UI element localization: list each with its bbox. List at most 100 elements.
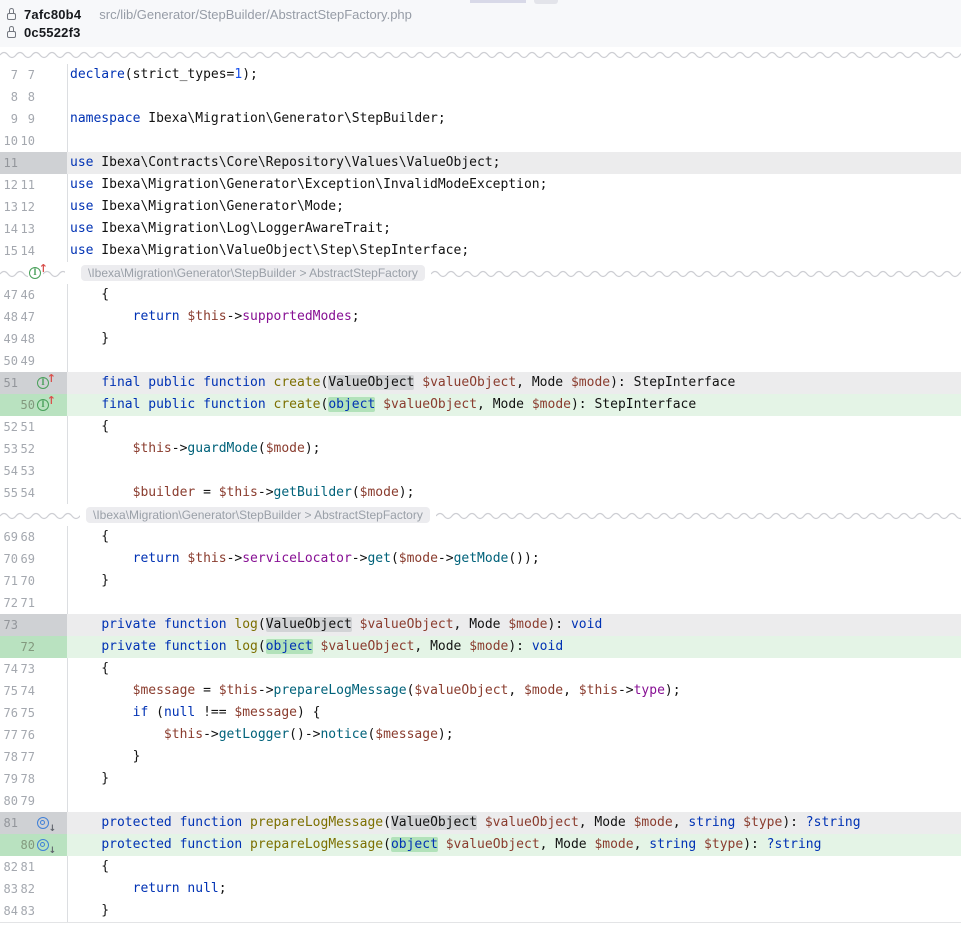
code-line[interactable]: 7776 $this->getLogger()->notice($message…: [0, 724, 961, 746]
code-token: [70, 837, 101, 852]
gutter: 1010: [0, 130, 67, 152]
collapsed-region-label[interactable]: \Ibexa\Migration\Generator\StepBuilder >…: [86, 507, 430, 523]
code-token: $valueObject: [414, 683, 508, 698]
code-token: , Mode: [540, 837, 595, 852]
code-line[interactable]: 7978 }: [0, 768, 961, 790]
code-token: use: [70, 155, 93, 170]
code-token: $type: [704, 837, 743, 852]
code-token: return: [133, 309, 180, 324]
code-token: [735, 815, 743, 830]
code-line[interactable]: 50I↑ final public function create(object…: [0, 394, 961, 416]
implements-method-icon[interactable]: I↑: [37, 377, 50, 390]
code-token: ,: [563, 683, 579, 698]
lock-icon: [7, 26, 18, 39]
code-text: }: [67, 746, 961, 768]
code-token: $message: [375, 727, 438, 742]
code-line[interactable]: 7877 }: [0, 746, 961, 768]
code-line[interactable]: 1211use Ibexa\Migration\Generator\Except…: [0, 174, 961, 196]
code-token: private: [101, 639, 156, 654]
code-line[interactable]: 4847 return $this->supportedModes;: [0, 306, 961, 328]
code-token: , Mode: [414, 639, 469, 654]
code-line[interactable]: 8281 {: [0, 856, 961, 878]
code-token: ValueObject: [266, 617, 352, 632]
code-text: protected function prepareLogMessage(Val…: [67, 812, 961, 834]
implements-method-icon[interactable]: I↑: [29, 267, 42, 280]
collapsed-region-wave: [431, 267, 961, 279]
collapsed-region-label[interactable]: \Ibexa\Migration\Generator\StepBuilder >…: [81, 265, 425, 281]
code-token: log: [234, 639, 257, 654]
code-line[interactable]: 11use Ibexa\Contracts\Core\Repository\Va…: [0, 152, 961, 174]
code-line[interactable]: 8483 }: [0, 900, 961, 922]
code-line[interactable]: 4948 }: [0, 328, 961, 350]
old-line-number: 7: [2, 64, 18, 86]
code-token: null: [187, 881, 218, 896]
code-token: Ibexa\Migration\ValueObject\Step\StepInt…: [93, 243, 469, 258]
new-commit-hash: 0c5522f3: [24, 25, 81, 40]
code-line[interactable]: 5251 {: [0, 416, 961, 438]
code-line[interactable]: 73 private function log(ValueObject $val…: [0, 614, 961, 636]
code-token: protected: [101, 837, 171, 852]
code-token: [70, 639, 101, 654]
code-token: [172, 815, 180, 830]
code-text: [67, 86, 961, 108]
code-token: ValueObject: [328, 375, 414, 390]
code-token: [70, 485, 133, 500]
method-overridden-icon[interactable]: ↓: [37, 817, 50, 830]
code-text: {: [67, 416, 961, 438]
code-line[interactable]: 7574 $message = $this->prepareLogMessage…: [0, 680, 961, 702]
code-line[interactable]: 5554 $builder = $this->getBuilder($mode)…: [0, 482, 961, 504]
gutter: 5554: [0, 482, 67, 504]
code-token: $mode: [360, 485, 399, 500]
old-line-number: 76: [2, 702, 18, 724]
gutter: 7069: [0, 548, 67, 570]
code-line[interactable]: 8079: [0, 790, 961, 812]
code-line[interactable]: 1413use Ibexa\Migration\Log\LoggerAwareT…: [0, 218, 961, 240]
code-line[interactable]: 1312use Ibexa\Migration\Generator\Mode;: [0, 196, 961, 218]
code-line[interactable]: 5352 $this->guardMode($mode);: [0, 438, 961, 460]
gutter: 7675: [0, 702, 67, 724]
implements-method-icon[interactable]: I↑: [37, 399, 50, 412]
old-line-number: 52: [2, 416, 18, 438]
new-line-number: 13: [18, 218, 35, 240]
code-token: object: [266, 639, 313, 654]
code-line[interactable]: 6968 {: [0, 526, 961, 548]
code-token: =: [195, 683, 218, 698]
code-line[interactable]: 8382 return null;: [0, 878, 961, 900]
new-line-number: 47: [18, 306, 35, 328]
code-line[interactable]: 1010: [0, 130, 961, 152]
collapsed-region: \Ibexa\Migration\Generator\StepBuilder >…: [0, 504, 961, 526]
code-line[interactable]: 1514use Ibexa\Migration\ValueObject\Step…: [0, 240, 961, 262]
gutter: 6968: [0, 526, 67, 548]
code-token: void: [532, 639, 563, 654]
code-line[interactable]: 77declare(strict_types=1);: [0, 64, 961, 86]
code-text: final public function create(object $val…: [67, 394, 961, 416]
code-line[interactable]: 88: [0, 86, 961, 108]
code-line[interactable]: 5049: [0, 350, 961, 372]
new-line-number: 8: [18, 86, 35, 108]
code-token: ()->: [289, 727, 320, 742]
code-line[interactable]: 7069 return $this->serviceLocator->get($…: [0, 548, 961, 570]
old-line-number: 50: [2, 350, 18, 372]
code-line[interactable]: 7473 {: [0, 658, 961, 680]
code-line[interactable]: 5453: [0, 460, 961, 482]
code-line[interactable]: 80↓ protected function prepareLogMessage…: [0, 834, 961, 856]
old-line-number: 82: [2, 856, 18, 878]
code-line[interactable]: 7271: [0, 592, 961, 614]
code-token: ->: [258, 485, 274, 500]
code-line[interactable]: 72 private function log(object $valueObj…: [0, 636, 961, 658]
collapsed-region-wave: [0, 509, 80, 521]
code-line[interactable]: 7170 }: [0, 570, 961, 592]
old-line-number: 13: [2, 196, 18, 218]
code-line[interactable]: 99namespace Ibexa\Migration\Generator\St…: [0, 108, 961, 130]
code-token: $mode: [524, 683, 563, 698]
code-token: public: [148, 375, 195, 390]
code-line[interactable]: 81↓ protected function prepareLogMessage…: [0, 812, 961, 834]
code-token: , Mode: [454, 617, 509, 632]
code-line[interactable]: 7675 if (null !== $message) {: [0, 702, 961, 724]
code-line[interactable]: 51I↑ final public function create(ValueO…: [0, 372, 961, 394]
code-line[interactable]: 4746 {: [0, 284, 961, 306]
method-overridden-icon[interactable]: ↓: [37, 839, 50, 852]
code-token: [70, 683, 133, 698]
old-line-number: 74: [2, 658, 18, 680]
code-token: ->: [172, 441, 188, 456]
